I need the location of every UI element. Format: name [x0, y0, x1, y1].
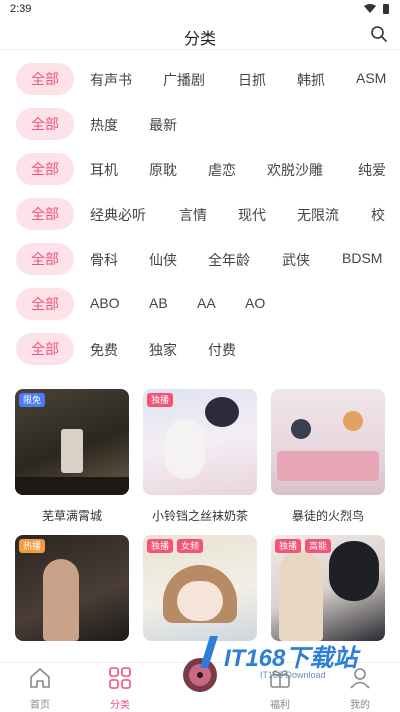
cover-image: 独播 女频 [143, 535, 257, 641]
filter-option[interactable]: 纯爱 [358, 160, 386, 180]
filter-option[interactable]: ASM [356, 70, 386, 86]
filter-option[interactable]: 虐恋 [208, 160, 236, 180]
status-time: 2:39 [10, 3, 32, 15]
filter-row-price: 全部 免费 独家 付费 [0, 332, 400, 368]
filter-row-sort: 全部 热度 最新 [0, 107, 400, 143]
tab-category[interactable]: 分类 [90, 667, 150, 711]
badge-label: 女频 [177, 539, 204, 553]
filter-row-genre: 全部 耳机 原耽 虐恋 欢脱沙雕 纯爱 [0, 152, 400, 188]
filter-option[interactable]: 言情 [179, 205, 207, 225]
filter-option[interactable]: 校 [371, 205, 385, 225]
watermark-logo-icon [200, 636, 218, 668]
watermark: IT168下载站 IT168 Download [196, 630, 400, 700]
filter-option[interactable]: 最新 [149, 115, 177, 135]
filter-all-chip[interactable]: 全部 [16, 243, 74, 275]
status-icons [364, 3, 390, 15]
badge-label: 高能 [305, 539, 332, 553]
filter-option[interactable]: 骨科 [90, 250, 118, 270]
category-icon [109, 667, 131, 689]
badge-label: 热播 [19, 539, 46, 553]
filter-option[interactable]: 热度 [90, 115, 118, 135]
tab-home[interactable]: 首页 [10, 667, 70, 711]
watermark-subtext: IT168 Download [260, 670, 326, 680]
filter-all-chip[interactable]: 全部 [16, 153, 74, 185]
wifi-icon [364, 4, 376, 13]
status-bar: 2:39 [0, 0, 400, 20]
badge-label: 独播 [147, 393, 174, 407]
filter-option[interactable]: 日抓 [238, 70, 266, 90]
watermark-text: IT168下载站 [224, 645, 358, 672]
home-icon [30, 668, 50, 688]
tab-label: 分类 [110, 700, 130, 711]
filter-row-theme: 全部 经典必听 言情 现代 无限流 校 [0, 197, 400, 233]
filter-option[interactable]: 武侠 [282, 250, 310, 270]
tab-label: 首页 [30, 700, 50, 711]
battery-icon [383, 4, 389, 14]
card-title: 小铃铛之丝袜奶茶 [151, 509, 248, 523]
badge-label: 限免 [19, 393, 46, 407]
filter-row-type: 全部 有声书 广播剧 日抓 韩抓 ASM [0, 62, 400, 98]
badge-label: 独播 [275, 539, 302, 553]
filter-option[interactable]: 独家 [149, 340, 177, 360]
app-header: 分类 [0, 20, 400, 50]
filter-row-pairing: 全部 ABO AB AA AO [0, 287, 400, 323]
cover-image: 热播 [15, 535, 129, 641]
filter-option[interactable]: 现代 [238, 205, 266, 225]
filter-option[interactable]: 仙侠 [149, 250, 177, 270]
filter-option[interactable]: 广播剧 [163, 70, 205, 90]
filter-option[interactable]: 全年龄 [208, 250, 250, 270]
filter-option[interactable]: AB [149, 295, 168, 311]
page-title: 分类 [183, 31, 216, 48]
cover-image: 独播 [143, 389, 257, 495]
filter-option[interactable]: 原耽 [149, 160, 177, 180]
cover-image [271, 389, 385, 495]
filter-option[interactable]: 耳机 [90, 160, 118, 180]
filter-all-chip[interactable]: 全部 [16, 63, 74, 95]
filter-option[interactable]: AO [245, 295, 265, 311]
filter-option[interactable]: 付费 [208, 340, 236, 360]
filter-row-setting: 全部 骨科 仙侠 全年龄 武侠 BDSM [0, 242, 400, 278]
filter-option[interactable]: 经典必听 [90, 205, 146, 225]
filter-option[interactable]: 免费 [90, 340, 118, 360]
badge-label: 独播 [147, 539, 174, 553]
card-title: 芜草满霄城 [41, 509, 102, 523]
filter-option[interactable]: 无限流 [297, 205, 339, 225]
filter-all-chip[interactable]: 全部 [16, 288, 74, 320]
filter-option[interactable]: 有声书 [90, 70, 132, 90]
filter-all-chip[interactable]: 全部 [16, 198, 74, 230]
filter-option[interactable]: ABO [90, 295, 120, 311]
filter-option[interactable]: 欢脱沙雕 [267, 160, 323, 180]
filter-option[interactable]: 韩抓 [297, 70, 325, 90]
filter-option[interactable]: AA [197, 295, 216, 311]
cover-image: 独播 高能 [271, 535, 385, 641]
card-title: 暴徒的火烈鸟 [291, 509, 364, 523]
filter-all-chip[interactable]: 全部 [16, 333, 74, 365]
search-icon[interactable] [370, 25, 388, 43]
filter-option[interactable]: BDSM [342, 250, 382, 266]
cover-image: 限免 [15, 389, 129, 495]
filter-all-chip[interactable]: 全部 [16, 108, 74, 140]
